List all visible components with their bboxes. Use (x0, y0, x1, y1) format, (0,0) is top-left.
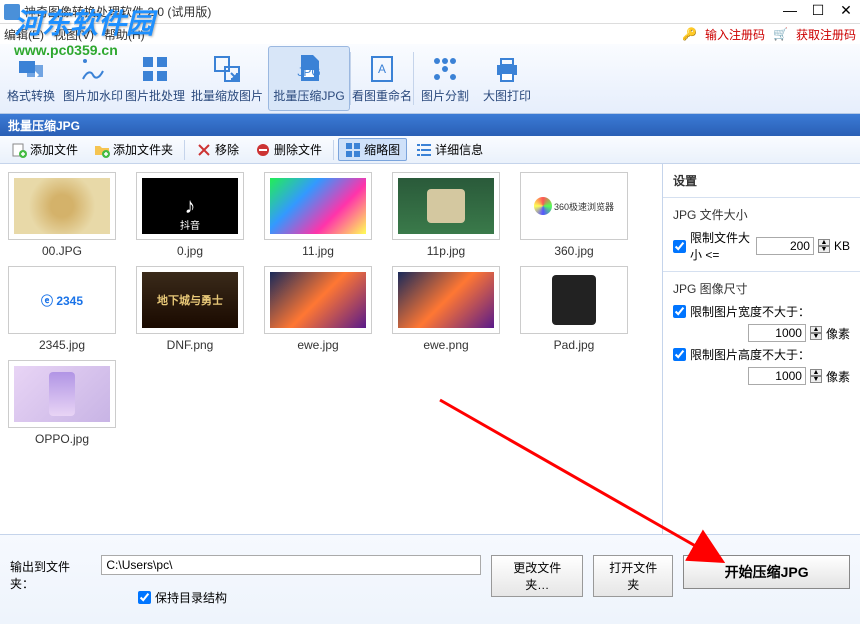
thumbnail-item[interactable]: ⓔ 23452345.jpg (8, 266, 116, 352)
w-spin-down[interactable]: ▼ (810, 333, 822, 340)
output-label: 输出到文件夹： (10, 555, 91, 592)
menu-help[interactable]: 帮助(H) (104, 26, 145, 43)
remove-icon (196, 142, 212, 158)
thumbnail-grid: 00.JPG ♪抖音0.jpg 11.jpg 11p.jpg 360极速浏览器360.j… (0, 164, 662, 554)
title-bar: 神奇图像转换处理软件 2.0 (试用版) — ☐ ✕ (0, 0, 860, 24)
svg-text:JPG: JPG (297, 65, 320, 79)
delete-icon (255, 142, 271, 158)
view-thumbnails-button[interactable]: 缩略图 (338, 138, 407, 161)
settings-heading: 设置 (673, 172, 850, 189)
add-file-button[interactable]: 添加文件 (4, 138, 85, 161)
h-spin-up[interactable]: ▲ (810, 369, 822, 376)
get-reg-code[interactable]: 获取注册码 (796, 26, 856, 43)
menu-edit[interactable]: 编辑(E) (4, 26, 44, 43)
limit-height-label: 限制图片高度不大于： (690, 346, 810, 363)
kb-label: KB (834, 239, 850, 253)
limit-width-checkbox[interactable] (673, 305, 686, 318)
tool-format-convert[interactable]: 格式转换 (0, 44, 62, 113)
settings-panel: 设置 JPG 文件大小 限制文件大小 <= ▲▼ KB JPG 图像尺寸 限制图… (662, 164, 860, 554)
change-folder-button[interactable]: 更改文件夹… (491, 555, 583, 597)
add-file-icon (11, 142, 27, 158)
main-toolbar: 格式转换 图片加水印 图片批处理 批量缩放图片 JPG 批量压缩JPG A 看图… (0, 44, 860, 114)
maximize-button[interactable]: ☐ (804, 0, 832, 22)
limit-width-input[interactable] (748, 324, 806, 342)
detail-icon (416, 142, 432, 158)
thumbs-icon (345, 142, 361, 158)
limit-width-label: 限制图片宽度不大于： (690, 303, 810, 320)
remove-button[interactable]: 移除 (189, 138, 246, 161)
close-button[interactable]: ✕ (832, 0, 860, 22)
sub-toolbar: 添加文件 添加文件夹 移除 删除文件 缩略图 详细信息 (0, 136, 860, 164)
thumbnail-filename: ewe.jpg (297, 338, 338, 352)
thumbnail-filename: ewe.png (423, 338, 468, 352)
tool-rename[interactable]: A 看图重命名 (351, 44, 413, 113)
tool-split[interactable]: 图片分割 (414, 44, 476, 113)
thumbnail-item[interactable]: 11.jpg (264, 172, 372, 258)
thumbnail-filename: 11p.jpg (427, 244, 465, 258)
bottom-bar: 输出到文件夹： 更改文件夹… 打开文件夹 开始压缩JPG 保持目录结构 (0, 534, 860, 624)
thumbnail-item[interactable]: ewe.jpg (264, 266, 372, 352)
main-area: 00.JPG ♪抖音0.jpg 11.jpg 11p.jpg 360极速浏览器360.j… (0, 164, 860, 554)
thumbnail-item[interactable]: 00.JPG (8, 172, 116, 258)
app-icon (4, 4, 20, 20)
minimize-button[interactable]: — (776, 0, 804, 22)
tool-batch-compress-jpg[interactable]: JPG 批量压缩JPG (268, 46, 350, 111)
size-spin-down[interactable]: ▼ (818, 246, 830, 253)
section-header: 批量压缩JPG (0, 114, 860, 136)
px-label-2: 像素 (826, 368, 850, 385)
limit-size-input[interactable] (756, 237, 814, 255)
limit-size-checkbox[interactable] (673, 240, 686, 253)
thumbnail-item[interactable]: ewe.png (392, 266, 500, 352)
thumbnail-item[interactable]: OPPO.jpg (8, 360, 116, 446)
thumbnail-filename: 00.JPG (42, 244, 82, 258)
tool-batch-process[interactable]: 图片批处理 (124, 44, 186, 113)
limit-size-label: 限制文件大小 <= (690, 229, 752, 263)
menu-bar: 编辑(E) 视图(V) 帮助(H) 🔑 输入注册码 🛒 获取注册码 (0, 24, 860, 44)
delete-file-button[interactable]: 删除文件 (248, 138, 329, 161)
tool-watermark[interactable]: 图片加水印 (62, 44, 124, 113)
thumbnail-item[interactable]: 地下城与勇士DNF.png (136, 266, 244, 352)
tool-print[interactable]: 大图打印 (476, 44, 538, 113)
enter-reg-code[interactable]: 输入注册码 (705, 26, 765, 43)
thumbnail-filename: DNF.png (167, 338, 214, 352)
thumbnail-item[interactable]: 11p.jpg (392, 172, 500, 258)
jpg-dim-title: JPG 图像尺寸 (673, 280, 850, 297)
jpg-size-title: JPG 文件大小 (673, 206, 850, 223)
w-spin-up[interactable]: ▲ (810, 326, 822, 333)
cart-icon: 🛒 (773, 27, 788, 41)
thumbnail-item[interactable]: 360极速浏览器360.jpg (520, 172, 628, 258)
key-icon: 🔑 (682, 27, 697, 41)
limit-height-checkbox[interactable] (673, 348, 686, 361)
menu-view[interactable]: 视图(V) (54, 26, 94, 43)
thumbnail-filename: Pad.jpg (554, 338, 595, 352)
view-detail-button[interactable]: 详细信息 (409, 138, 490, 161)
tool-batch-resize[interactable]: 批量缩放图片 (186, 44, 268, 113)
thumbnail-item[interactable]: Pad.jpg (520, 266, 628, 352)
px-label-1: 像素 (826, 325, 850, 342)
thumbnail-item[interactable]: ♪抖音0.jpg (136, 172, 244, 258)
limit-height-input[interactable] (748, 367, 806, 385)
window-title: 神奇图像转换处理软件 2.0 (试用版) (24, 3, 211, 20)
open-folder-button[interactable]: 打开文件夹 (593, 555, 673, 597)
thumbnail-filename: 360.jpg (554, 244, 593, 258)
thumbnail-filename: 0.jpg (177, 244, 203, 258)
add-folder-button[interactable]: 添加文件夹 (87, 138, 180, 161)
start-compress-button[interactable]: 开始压缩JPG (683, 555, 850, 589)
svg-text:A: A (378, 62, 386, 76)
thumbnail-filename: 2345.jpg (39, 338, 85, 352)
size-spin-up[interactable]: ▲ (818, 239, 830, 246)
h-spin-down[interactable]: ▼ (810, 376, 822, 383)
output-path-input[interactable] (101, 555, 481, 575)
keep-structure-label: 保持目录结构 (155, 589, 227, 606)
thumbnail-filename: 11.jpg (302, 244, 334, 258)
keep-structure-checkbox[interactable] (138, 591, 151, 604)
thumbnail-filename: OPPO.jpg (35, 432, 89, 446)
add-folder-icon (94, 142, 110, 158)
